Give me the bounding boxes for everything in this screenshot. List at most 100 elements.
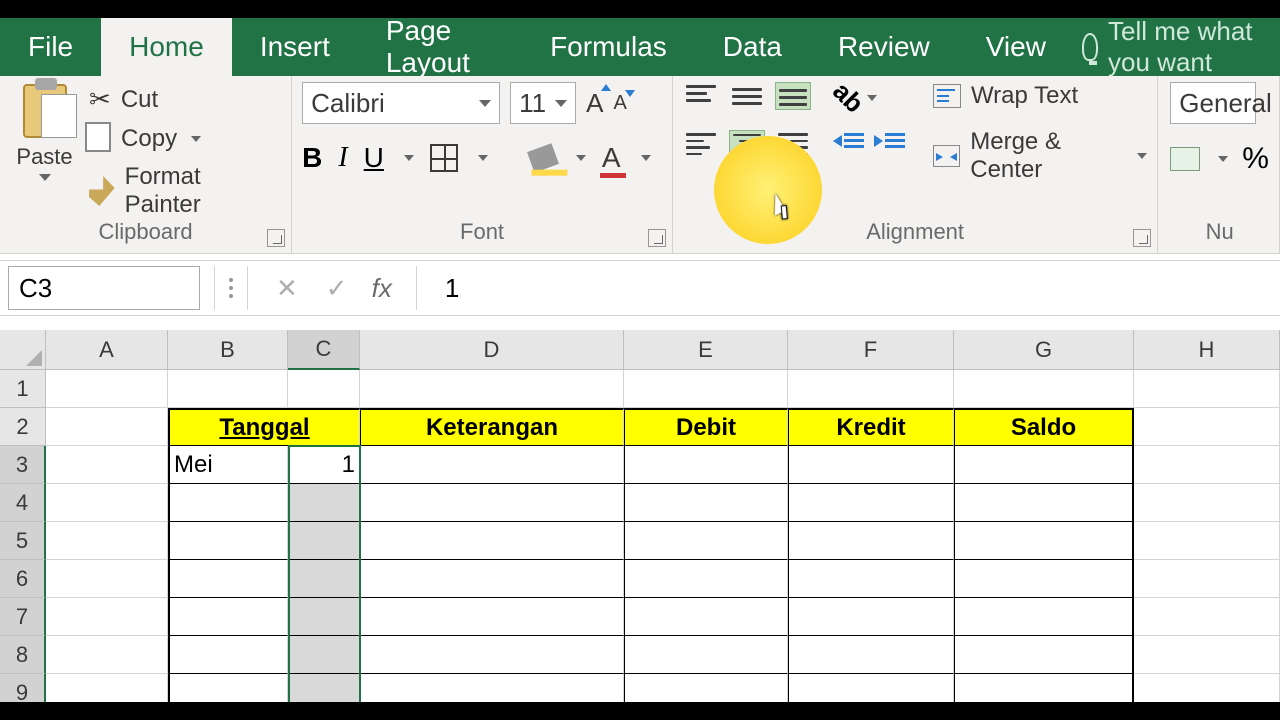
header-keterangan[interactable]: Keterangan [360,408,624,446]
paste-button[interactable]: Paste [10,82,79,219]
font-dialog-launcher[interactable] [648,229,666,247]
cell[interactable] [788,370,954,408]
cell[interactable] [1134,636,1280,674]
italic-button[interactable]: I [338,142,347,174]
cell[interactable] [788,484,954,522]
cell-B3[interactable]: Mei [168,446,288,484]
cell[interactable] [1134,484,1280,522]
borders-dropdown-icon[interactable] [478,155,488,161]
cell[interactable] [1134,560,1280,598]
cell[interactable] [46,370,168,408]
cell[interactable] [288,370,360,408]
tab-insert[interactable]: Insert [232,18,358,76]
tab-home[interactable]: Home [101,18,232,76]
cell[interactable] [46,484,168,522]
row-header-3[interactable]: 3 [0,446,46,484]
cell[interactable] [1134,370,1280,408]
cell[interactable] [360,484,624,522]
tab-file[interactable]: File [0,18,101,76]
cell[interactable] [788,636,954,674]
tell-me-search[interactable]: Tell me what you want [1082,18,1280,76]
align-top-button[interactable] [683,82,719,110]
cut-button[interactable]: ✂ Cut [89,84,281,115]
header-kredit[interactable]: Kredit [788,408,954,446]
enter-formula-button[interactable]: ✓ [312,273,362,304]
cell[interactable] [624,636,788,674]
cell[interactable] [360,636,624,674]
cell[interactable] [788,446,954,484]
col-header-E[interactable]: E [624,330,788,370]
tab-view[interactable]: View [958,18,1074,76]
paste-dropdown-icon[interactable] [39,174,51,181]
cell[interactable] [360,560,624,598]
clipboard-dialog-launcher[interactable] [267,229,285,247]
orientation-button[interactable]: ab [833,82,905,113]
wrap-text-button[interactable]: Wrap Text [933,82,1147,110]
cell[interactable] [1134,408,1280,446]
fill-dropdown-icon[interactable] [576,155,586,161]
cells-grid[interactable]: Tanggal Keterangan Debit Kredit Saldo Me… [46,370,1280,712]
alignment-dialog-launcher[interactable] [1133,229,1151,247]
select-all-corner[interactable] [0,330,46,370]
cell[interactable] [288,636,360,674]
underline-dropdown-icon[interactable] [404,155,414,161]
format-painter-button[interactable]: Format Painter [89,163,281,219]
cell[interactable] [360,598,624,636]
cell[interactable] [360,370,624,408]
cell[interactable] [168,484,288,522]
row-header-6[interactable]: 6 [0,560,46,598]
cancel-formula-button[interactable]: ✕ [262,273,312,304]
tab-data[interactable]: Data [695,18,810,76]
row-header-4[interactable]: 4 [0,484,46,522]
shrink-font-button[interactable]: A [613,92,626,115]
col-header-C[interactable]: C [288,330,360,370]
col-header-F[interactable]: F [788,330,954,370]
cell[interactable] [624,522,788,560]
cell[interactable] [288,598,360,636]
cell[interactable] [168,598,288,636]
cell[interactable] [788,560,954,598]
cell[interactable] [954,598,1134,636]
cell[interactable] [168,636,288,674]
cell[interactable] [168,560,288,598]
cell[interactable] [624,560,788,598]
header-debit[interactable]: Debit [624,408,788,446]
cell[interactable] [1134,446,1280,484]
align-bottom-button[interactable] [775,82,811,110]
cell[interactable] [168,522,288,560]
name-box[interactable]: C3 [8,266,200,310]
grow-font-button[interactable]: A [586,88,603,119]
font-size-combo[interactable]: 11 [510,82,576,124]
increase-indent-button[interactable] [874,133,905,148]
accounting-dropdown-icon[interactable] [1218,156,1228,162]
header-tanggal[interactable]: Tanggal [168,408,360,446]
font-name-combo[interactable]: Calibri [302,82,500,124]
cell[interactable] [624,598,788,636]
cell[interactable] [1134,522,1280,560]
cell[interactable] [788,598,954,636]
cell[interactable] [624,446,788,484]
cell[interactable] [288,484,360,522]
copy-dropdown-icon[interactable] [191,136,201,142]
cell[interactable] [288,522,360,560]
header-saldo[interactable]: Saldo [954,408,1134,446]
decrease-indent-button[interactable] [833,133,864,148]
row-header-1[interactable]: 1 [0,370,46,408]
accounting-format-button[interactable] [1170,147,1200,171]
cell[interactable] [168,370,288,408]
cell[interactable] [624,370,788,408]
cell[interactable] [46,560,168,598]
cell[interactable] [954,370,1134,408]
cell[interactable] [46,636,168,674]
formula-input[interactable]: 1 [431,273,459,304]
cell[interactable] [288,560,360,598]
formula-bar-grip[interactable] [229,278,233,298]
cell[interactable] [360,446,624,484]
col-header-A[interactable]: A [46,330,168,370]
cell-C3[interactable]: 1 [288,446,360,484]
cell[interactable] [46,598,168,636]
tab-formulas[interactable]: Formulas [522,18,695,76]
align-center-button[interactable] [729,130,765,158]
cell[interactable] [954,636,1134,674]
fill-color-button[interactable] [527,143,559,173]
